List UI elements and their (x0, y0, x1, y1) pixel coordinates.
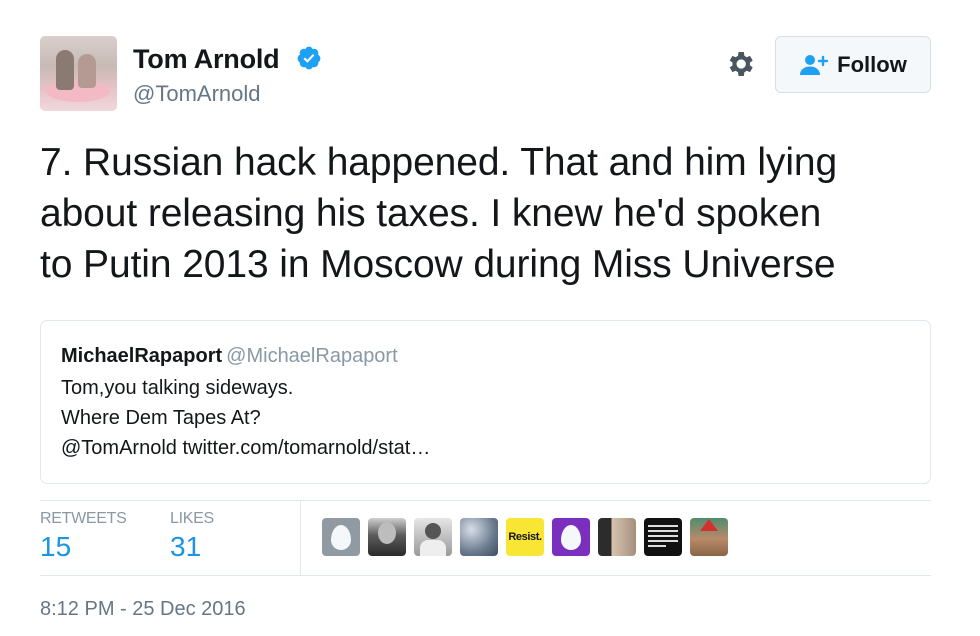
santa-dog-avatar[interactable] (690, 518, 728, 556)
quoted-tweet-header: MichaelRapaport @MichaelRapaport (61, 345, 398, 368)
tweet-text-line: to Putin 2013 in Moscow during Miss Univ… (40, 243, 836, 286)
display-name[interactable]: Tom Arnold (133, 44, 280, 75)
flowers-avatar[interactable] (460, 518, 498, 556)
quoted-tweet[interactable]: MichaelRapaport @MichaelRapaport Tom,you … (40, 320, 931, 484)
follow-button[interactable]: Follow (775, 36, 931, 93)
quoted-tweet-text-line: Tom,you talking sideways. (61, 377, 294, 399)
stats-bottom-divider (40, 575, 931, 576)
lincoln-avatar[interactable] (368, 518, 406, 556)
tweet-timestamp[interactable]: 8:12 PM - 25 Dec 2016 (40, 598, 246, 621)
avatar-photo-detail (56, 50, 74, 90)
default-egg-avatar[interactable] (322, 518, 360, 556)
stats-vertical-divider (300, 500, 301, 575)
likes-count[interactable]: 31 (170, 531, 201, 563)
text-avatar-line (648, 545, 666, 547)
gear-icon[interactable] (724, 48, 756, 80)
purple-egg-avatar[interactable] (552, 518, 590, 556)
likers-avatar-list: Resist. (322, 518, 728, 556)
tweet-text: 7. Russian hack happened. That and him l… (40, 137, 940, 290)
follow-person-plus-icon (800, 54, 829, 75)
portrait-head-shape (425, 523, 441, 539)
stats-top-divider (40, 500, 931, 501)
egg-icon (561, 525, 581, 550)
text-avatar-line (648, 525, 678, 527)
quoted-tweet-name: MichaelRapaport (61, 345, 223, 367)
follow-button-label: Follow (837, 51, 907, 77)
santa-hat-icon (700, 519, 718, 531)
text-avatar-line (648, 535, 678, 537)
user-handle[interactable]: @TomArnold (133, 81, 261, 107)
tweet-text-line: 7. Russian hack happened. That and him l… (40, 141, 838, 184)
verified-badge-icon (297, 46, 321, 70)
quoted-tweet-text-line: Where Dem Tapes At? (61, 407, 261, 429)
portrait-face-shape (378, 522, 396, 544)
profile-avatar[interactable] (40, 36, 117, 111)
text-avatar[interactable] (644, 518, 682, 556)
quoted-tweet-text-line: @TomArnold twitter.com/tomarnold/stat… (61, 437, 431, 459)
portrait-body-shape (420, 540, 446, 556)
resist-avatar-text: Resist. (508, 531, 542, 543)
person-avatar[interactable] (414, 518, 452, 556)
text-avatar-line (648, 530, 678, 532)
likes-label[interactable]: LIKES (170, 510, 214, 528)
resist-avatar[interactable]: Resist. (506, 518, 544, 556)
meme-avatar[interactable] (598, 518, 636, 556)
tweet-text-line: about releasing his taxes. I knew he'd s… (40, 192, 822, 235)
text-avatar-line (648, 540, 678, 542)
retweets-count[interactable]: 15 (40, 531, 71, 563)
retweets-label[interactable]: RETWEETS (40, 510, 127, 528)
egg-icon (331, 525, 351, 550)
quoted-tweet-handle: @MichaelRapaport (226, 345, 398, 367)
avatar-photo-detail (78, 54, 96, 88)
